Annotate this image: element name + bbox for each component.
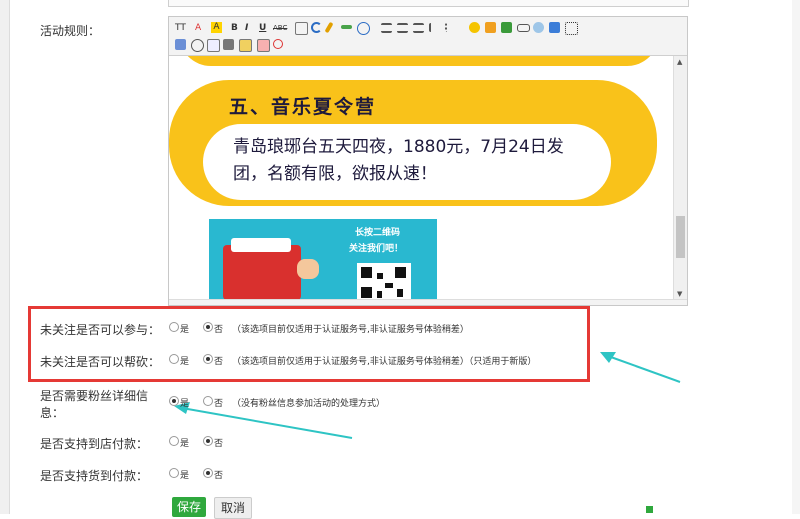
- cod-label: 是否支持货到付款：: [40, 469, 149, 483]
- rules-label: 活动规则：: [40, 24, 101, 38]
- clear-format-icon[interactable]: [341, 25, 352, 29]
- editor-resize-handle[interactable]: [169, 299, 687, 305]
- store-payment-yes-radio[interactable]: [169, 436, 179, 446]
- fan-info-yes-label: 是: [180, 399, 190, 409]
- follow-required-no-label: 否: [214, 325, 224, 335]
- highlight-annotation-box: [28, 306, 590, 382]
- fan-info-no-label: 否: [214, 399, 224, 409]
- fan-info-label-line1: 是否需要粉丝详细信: [40, 389, 149, 403]
- print-icon[interactable]: [223, 39, 234, 50]
- cod-no-radio[interactable]: [203, 468, 213, 478]
- paste-icon[interactable]: [295, 22, 308, 35]
- scroll-down-icon[interactable]: ▼: [677, 290, 682, 298]
- cod-yes-radio[interactable]: [169, 468, 179, 478]
- qr-code: [357, 263, 411, 300]
- follow-required-no-radio[interactable]: [203, 322, 213, 332]
- source-icon[interactable]: [257, 39, 270, 52]
- strikethrough-button[interactable]: ABC: [273, 23, 287, 34]
- previous-editor-bottom: [168, 0, 689, 7]
- bold-button[interactable]: B: [231, 23, 238, 34]
- store-payment-yes-label: 是: [180, 439, 190, 449]
- follow-required-yes-radio[interactable]: [169, 322, 179, 332]
- arrow-line-1: [607, 355, 681, 383]
- italic-button[interactable]: I: [245, 23, 248, 34]
- cod-no-label: 否: [214, 471, 224, 481]
- fan-info-yes-radio[interactable]: [169, 396, 179, 406]
- qr-code-poster: 长按二维码 关注我们吧！: [209, 219, 437, 300]
- cancel-button[interactable]: 取消: [214, 497, 252, 519]
- cod-yes-label: 是: [180, 471, 190, 481]
- arrow-head-1: [600, 352, 616, 363]
- anchor-link-icon[interactable]: [517, 24, 530, 32]
- editor-scrollbar[interactable]: ▲ ▼: [673, 56, 687, 300]
- align-center-icon[interactable]: [397, 23, 408, 33]
- help-cut-yes-label: 是: [180, 357, 190, 367]
- ordered-list-icon[interactable]: [429, 23, 442, 32]
- arrow-line-2: [181, 407, 353, 439]
- section-body-text: 青岛琅琊台五天四夜，1880元，7月24日发团，名额有限，欲报从速！: [233, 137, 564, 184]
- template-icon[interactable]: [239, 39, 252, 52]
- preview-icon[interactable]: [207, 39, 220, 52]
- store-payment-no-radio[interactable]: [203, 436, 213, 446]
- underline-button[interactable]: U: [259, 23, 266, 34]
- section-banner: 五、音乐夏令营 青岛琅琊台五天四夜，1880元，7月24日发团，名额有限，欲报从…: [169, 80, 657, 206]
- help-cut-label: 未关注是否可以帮砍：: [40, 355, 161, 369]
- section-heading: 五、音乐夏令营: [229, 96, 377, 118]
- table-icon[interactable]: [565, 22, 578, 35]
- store-payment-label: 是否支持到店付款：: [40, 437, 149, 451]
- align-left-icon[interactable]: [381, 23, 392, 33]
- cut-icon[interactable]: [273, 39, 283, 49]
- media-icon[interactable]: [175, 39, 186, 50]
- poster-line-1: 长按二维码: [355, 228, 401, 238]
- align-right-icon[interactable]: [413, 23, 424, 33]
- unlink-icon[interactable]: [501, 22, 512, 33]
- scroll-up-icon[interactable]: ▲: [677, 58, 682, 66]
- unordered-list-icon[interactable]: [445, 23, 458, 32]
- picture-icon[interactable]: [549, 22, 560, 33]
- font-size-button[interactable]: TT: [175, 23, 186, 34]
- fan-info-note: （没有粉丝信息参加活动的处理方式）: [232, 399, 386, 409]
- help-cut-no-radio[interactable]: [203, 354, 213, 364]
- save-button[interactable]: 保存: [172, 497, 206, 517]
- eraser-icon[interactable]: [357, 22, 370, 35]
- anchor-icon[interactable]: [191, 39, 204, 52]
- follow-required-label: 未关注是否可以参与：: [40, 323, 161, 337]
- right-border: [792, 0, 800, 514]
- help-cut-yes-radio[interactable]: [169, 354, 179, 364]
- fan-info-no-radio[interactable]: [203, 396, 213, 406]
- fan-info-label-line2: 息：: [40, 406, 65, 420]
- status-green-icon: [646, 506, 653, 513]
- editor-toolbar: TT A A B I U ABC: [169, 17, 687, 56]
- book-illustration: [223, 238, 301, 300]
- left-border: [0, 0, 10, 514]
- brush-icon[interactable]: [324, 21, 334, 34]
- editor-content[interactable]: 五、音乐夏令营 青岛琅琊台五天四夜，1880元，7月24日发团，名额有限，欲报从…: [169, 56, 673, 300]
- scrollbar-thumb[interactable]: [676, 216, 685, 258]
- image-icon[interactable]: [533, 22, 544, 33]
- font-color-button[interactable]: A: [195, 23, 201, 34]
- section-body-box: 青岛琅琊台五天四夜，1880元，7月24日发团，名额有限，欲报从速！: [203, 124, 611, 200]
- link-icon[interactable]: [485, 22, 496, 33]
- undo-icon[interactable]: [311, 22, 322, 33]
- previous-section-banner: [179, 56, 659, 66]
- store-payment-no-label: 否: [214, 439, 224, 449]
- poster-line-2: 关注我们吧！: [349, 244, 404, 254]
- follow-required-note: （该选项目前仅适用于认证服务号,非认证服务号体验稍差）: [232, 325, 469, 335]
- hand-illustration: [297, 259, 319, 279]
- help-cut-note: （该选项目前仅适用于认证服务号,非认证服务号体验稍差）（只适用于新版）: [232, 357, 537, 367]
- emoji-icon[interactable]: [469, 22, 480, 33]
- highlight-color-button[interactable]: A: [211, 22, 222, 33]
- rich-text-editor[interactable]: TT A A B I U ABC 五、音乐夏令营 青岛琅琊台五天四夜，1880元…: [168, 16, 688, 306]
- help-cut-no-label: 否: [214, 357, 224, 367]
- follow-required-yes-label: 是: [180, 325, 190, 335]
